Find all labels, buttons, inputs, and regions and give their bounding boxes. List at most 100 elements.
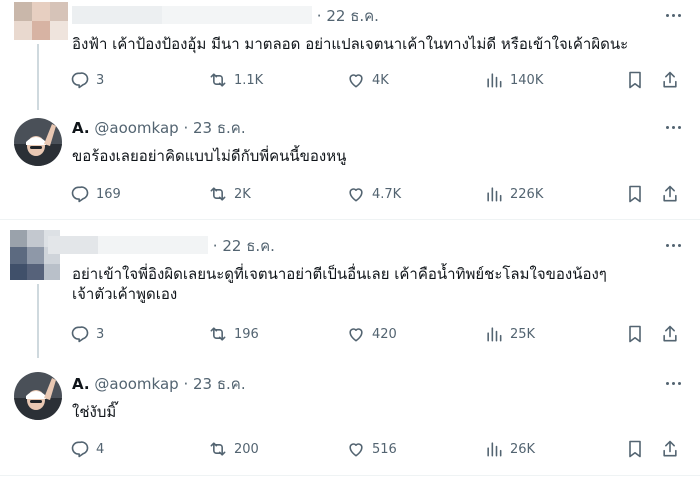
bookmark-button[interactable] bbox=[625, 323, 645, 345]
action-bar: 3 196 420 25K bbox=[70, 323, 690, 345]
like-button[interactable]: 516 bbox=[346, 438, 397, 460]
retweet-icon bbox=[210, 327, 226, 341]
tweet-1[interactable]: · 22 ธ.ค. อิงฟ้า เค้าป้องป้องอุ้ม มีนา ม… bbox=[0, 0, 700, 110]
avatar-photo bbox=[14, 118, 62, 166]
views-button[interactable]: 25K bbox=[484, 323, 535, 345]
reply-count: 3 bbox=[96, 326, 105, 342]
like-icon bbox=[349, 74, 363, 88]
like-button[interactable]: 4.7K bbox=[346, 183, 401, 205]
retweet-count: 200 bbox=[234, 441, 259, 457]
reply-icon bbox=[71, 186, 89, 203]
bookmark-button[interactable] bbox=[625, 438, 645, 460]
retweet-icon bbox=[210, 73, 226, 87]
views-icon bbox=[487, 327, 502, 342]
reply-count: 169 bbox=[96, 186, 121, 202]
views-count: 26K bbox=[510, 441, 536, 457]
separator-dot: · bbox=[212, 237, 218, 255]
reply-icon bbox=[71, 72, 89, 89]
share-button[interactable] bbox=[660, 69, 680, 91]
tweet-header: A. @aoomkap · 23 ธ.ค. bbox=[72, 374, 246, 394]
views-icon bbox=[487, 442, 502, 457]
tweet-date[interactable]: 23 ธ.ค. bbox=[193, 375, 246, 393]
share-button[interactable] bbox=[660, 183, 680, 205]
like-button[interactable]: 4K bbox=[346, 69, 389, 91]
avatar-aoomkap[interactable] bbox=[14, 372, 62, 420]
reply-button[interactable]: 169 bbox=[70, 183, 121, 205]
reply-icon bbox=[71, 441, 89, 458]
blurred-name bbox=[48, 236, 98, 254]
tweet-date[interactable]: 22 ธ.ค. bbox=[326, 7, 379, 25]
bookmark-icon bbox=[629, 185, 641, 203]
like-icon bbox=[349, 188, 363, 202]
author-handle[interactable]: @aoomkap bbox=[94, 119, 178, 137]
tweet-text: ใช่งับมิ๊ bbox=[72, 403, 117, 421]
reply-count: 4 bbox=[96, 441, 105, 457]
retweet-icon bbox=[210, 442, 226, 456]
reply-button[interactable]: 3 bbox=[70, 69, 104, 91]
like-count: 4.7K bbox=[372, 186, 402, 202]
like-button[interactable]: 420 bbox=[346, 323, 397, 345]
share-button[interactable] bbox=[660, 438, 680, 460]
retweet-count: 1.1K bbox=[234, 72, 264, 88]
thread-connector bbox=[37, 44, 39, 110]
blurred-name bbox=[72, 6, 162, 24]
tweet-3[interactable]: · 22 ธ.ค. อย่าเข้าใจพี่อิงผิดเลยนะดูที่เ… bbox=[0, 220, 700, 358]
tweet-header: · 22 ธ.ค. bbox=[72, 6, 379, 26]
more-icon[interactable] bbox=[664, 118, 684, 138]
bottom-divider bbox=[0, 475, 700, 476]
like-count: 420 bbox=[372, 326, 397, 342]
share-button[interactable] bbox=[660, 323, 680, 345]
retweet-button[interactable]: 1.1K bbox=[208, 69, 263, 91]
author-handle[interactable]: @aoomkap bbox=[94, 375, 178, 393]
share-icon bbox=[663, 185, 677, 202]
retweet-button[interactable]: 200 bbox=[208, 438, 259, 460]
reply-count: 3 bbox=[96, 72, 105, 88]
action-bar: 169 2K 4.7K 226K bbox=[70, 183, 690, 205]
retweet-button[interactable]: 2K bbox=[208, 183, 251, 205]
blurred-handle bbox=[162, 6, 312, 24]
views-button[interactable]: 226K bbox=[484, 183, 543, 205]
tweet-date[interactable]: 22 ธ.ค. bbox=[222, 237, 275, 255]
tweet-date[interactable]: 23 ธ.ค. bbox=[193, 119, 246, 137]
tweet-4[interactable]: A. @aoomkap · 23 ธ.ค. ใช่งับมิ๊ 4 200 51… bbox=[0, 358, 700, 476]
tweet-header: · 22 ธ.ค. bbox=[48, 236, 275, 256]
more-icon[interactable] bbox=[664, 374, 684, 394]
bookmark-button[interactable] bbox=[625, 69, 645, 91]
views-button[interactable]: 26K bbox=[484, 438, 535, 460]
retweet-icon bbox=[210, 187, 226, 201]
retweet-count: 196 bbox=[234, 326, 259, 342]
author-name[interactable]: A. bbox=[72, 375, 90, 393]
thread-connector bbox=[37, 284, 39, 358]
like-icon bbox=[349, 443, 363, 457]
like-count: 4K bbox=[372, 72, 389, 88]
share-icon bbox=[663, 440, 677, 457]
views-button[interactable]: 140K bbox=[484, 69, 543, 91]
tweet-text: อิงฟ้า เค้าป้องป้องอุ้ม มีนา มาตลอด อย่า… bbox=[72, 35, 629, 53]
bookmark-icon bbox=[629, 71, 641, 89]
action-bar: 3 1.1K 4K 140K bbox=[70, 69, 690, 91]
reply-button[interactable]: 3 bbox=[70, 323, 104, 345]
separator-dot: · bbox=[183, 375, 189, 393]
share-icon bbox=[663, 325, 677, 342]
more-icon[interactable] bbox=[664, 236, 684, 256]
views-count: 140K bbox=[510, 72, 544, 88]
more-icon[interactable] bbox=[664, 6, 684, 26]
share-icon bbox=[663, 71, 677, 88]
author-name[interactable]: A. bbox=[72, 119, 90, 137]
avatar-blurred[interactable] bbox=[14, 2, 68, 40]
retweet-button[interactable]: 196 bbox=[208, 323, 259, 345]
views-count: 226K bbox=[510, 186, 544, 202]
reply-button[interactable]: 4 bbox=[70, 438, 104, 460]
blurred-handle bbox=[98, 236, 208, 254]
bookmark-icon bbox=[629, 440, 641, 458]
like-count: 516 bbox=[372, 441, 397, 457]
avatar-aoomkap[interactable] bbox=[14, 118, 62, 166]
tweet-header: A. @aoomkap · 23 ธ.ค. bbox=[72, 118, 246, 138]
action-bar: 4 200 516 26K bbox=[70, 438, 690, 460]
retweet-count: 2K bbox=[234, 186, 251, 202]
like-icon bbox=[349, 328, 363, 342]
views-icon bbox=[487, 187, 502, 202]
bookmark-icon bbox=[629, 325, 641, 343]
bookmark-button[interactable] bbox=[625, 183, 645, 205]
tweet-2[interactable]: A. @aoomkap · 23 ธ.ค. ขอร้องเลยอย่าคิดแบ… bbox=[0, 110, 700, 218]
